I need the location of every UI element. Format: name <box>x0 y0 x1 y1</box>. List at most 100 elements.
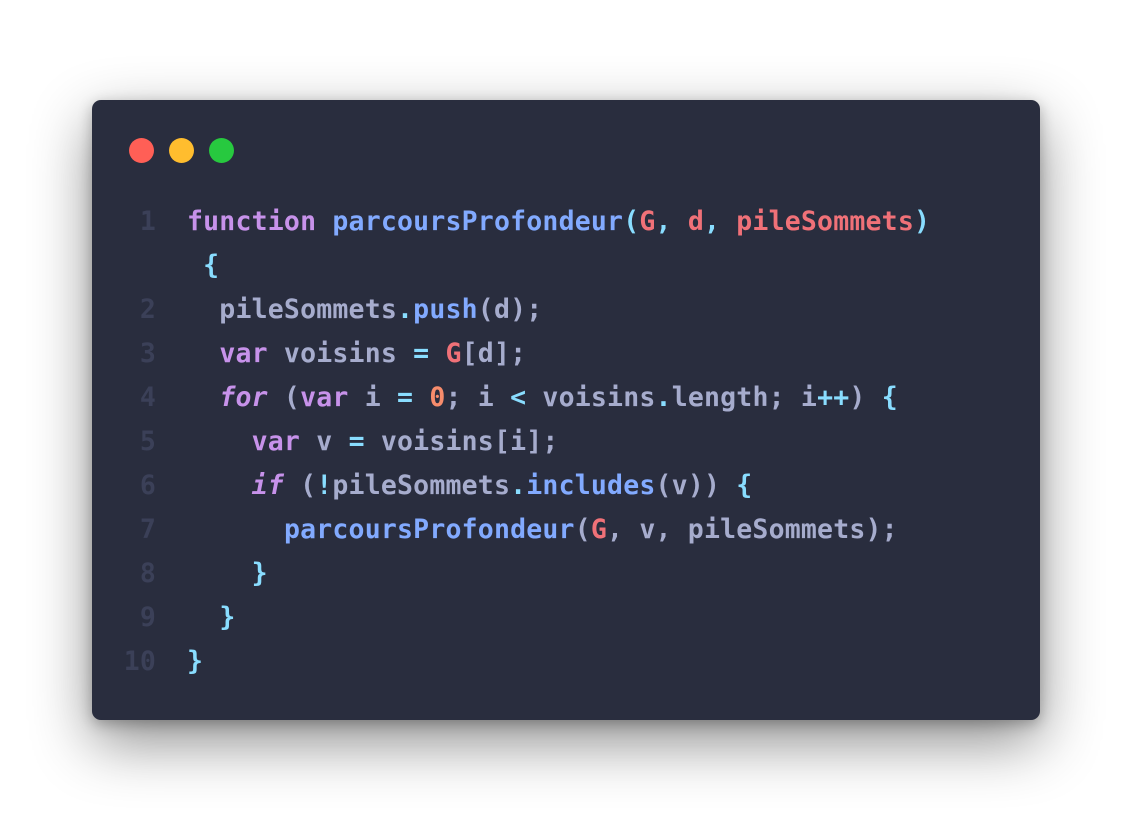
code-token: = <box>413 338 430 369</box>
code-text: if (!pileSommets.includes(v)) { <box>187 464 753 508</box>
code-token: parcoursProfondeur <box>332 206 624 237</box>
code-line: 7 parcoursProfondeur(G, v, pileSommets); <box>92 508 1040 552</box>
code-token: var <box>300 382 349 413</box>
code-line: { <box>92 244 1040 288</box>
code-token: pileSommets <box>332 470 511 501</box>
code-token: (d); <box>477 294 543 325</box>
code-line: 2 pileSommets.push(d); <box>92 288 1040 332</box>
code-token: i <box>348 382 398 413</box>
line-number: 5 <box>139 426 156 457</box>
code-token: G <box>639 206 656 237</box>
code-line: 3 var voisins = G[d]; <box>92 332 1040 376</box>
code-token: push <box>413 294 478 325</box>
code-token: } <box>219 602 236 633</box>
code-line: 5 var v = voisins[i]; <box>92 420 1040 464</box>
code-token: , <box>655 206 688 237</box>
minimize-dot-icon[interactable] <box>169 138 194 163</box>
line-number: 6 <box>139 470 156 501</box>
code-token: voisins <box>267 338 414 369</box>
code-token: { <box>881 382 898 413</box>
code-block: 1 function parcoursProfondeur(G, d, pileS… <box>92 200 1040 684</box>
line-number: 1 <box>139 206 156 237</box>
code-token: . <box>397 294 414 325</box>
code-token: var <box>251 426 301 457</box>
code-text: } <box>187 552 268 596</box>
code-text: function parcoursProfondeur(G, d, pileSo… <box>187 200 930 244</box>
code-line: 8 } <box>92 552 1040 596</box>
code-token: includes <box>526 470 656 501</box>
code-token: ; i <box>445 382 511 413</box>
code-token: . <box>510 470 527 501</box>
line-number: 3 <box>139 338 156 369</box>
line-number: 2 <box>139 294 156 325</box>
code-token: < <box>510 382 527 413</box>
code-token: } <box>187 646 204 677</box>
code-token: ) <box>913 206 931 237</box>
code-token: if <box>251 470 284 501</box>
code-line: 9 } <box>92 596 1040 640</box>
line-number: 9 <box>139 602 156 633</box>
maximize-dot-icon[interactable] <box>209 138 234 163</box>
code-line: 6 if (!pileSommets.includes(v)) { <box>92 464 1040 508</box>
close-dot-icon[interactable] <box>129 138 154 163</box>
code-token: [d]; <box>461 338 527 369</box>
code-text: var v = voisins[i]; <box>187 420 559 464</box>
code-token: } <box>251 558 268 589</box>
code-token: for <box>219 382 268 413</box>
code-token: { <box>736 470 753 501</box>
code-token: d <box>687 206 704 237</box>
code-text: var voisins = G[d]; <box>187 332 526 376</box>
code-token: pileSommets <box>736 206 914 237</box>
line-number: 8 <box>139 558 156 589</box>
code-text: parcoursProfondeur(G, v, pileSommets); <box>187 508 898 552</box>
code-line: 10} <box>92 640 1040 684</box>
line-number: 10 <box>123 646 156 677</box>
code-token: ! <box>316 470 333 501</box>
code-token: = <box>348 426 365 457</box>
code-token: voisins <box>526 382 656 413</box>
code-token: , <box>703 206 737 237</box>
code-text: } <box>187 596 235 640</box>
code-token: ) <box>849 382 882 413</box>
code-token: ( <box>623 206 640 237</box>
code-text: pileSommets.push(d); <box>187 288 542 332</box>
code-token: , v, pileSommets); <box>607 514 898 545</box>
code-text: { <box>187 244 219 288</box>
code-token: function <box>187 206 317 237</box>
code-token: ( <box>574 514 591 545</box>
code-token: . <box>655 382 672 413</box>
code-token: pileSommets <box>187 294 398 325</box>
code-token: var <box>219 338 268 369</box>
code-window: 1 function parcoursProfondeur(G, d, pileS… <box>92 100 1040 720</box>
code-token: G <box>590 514 608 545</box>
code-token: = <box>397 382 414 413</box>
line-number: 4 <box>139 382 156 413</box>
code-text: } <box>187 640 203 684</box>
code-token: voisins[i]; <box>364 426 559 457</box>
code-token: ++ <box>817 382 850 413</box>
code-token: { <box>187 250 220 281</box>
code-token: v <box>300 426 349 457</box>
code-token: ( <box>267 382 301 413</box>
code-token: parcoursProfondeur <box>283 514 575 545</box>
code-text: for (var i = 0; i < voisins.length; i++)… <box>187 376 898 420</box>
line-number: 7 <box>139 514 156 545</box>
code-token: (v)) <box>655 470 737 501</box>
code-token: length; i <box>671 382 818 413</box>
code-line: 1 function parcoursProfondeur(G, d, pileS… <box>92 200 1040 244</box>
screenshot-canvas: 1 function parcoursProfondeur(G, d, pileS… <box>0 0 1132 820</box>
code-line: 4 for (var i = 0; i < voisins.length; i+… <box>92 376 1040 420</box>
code-token: G <box>445 338 462 369</box>
code-token: ( <box>283 470 317 501</box>
code-token: 0 <box>429 382 446 413</box>
